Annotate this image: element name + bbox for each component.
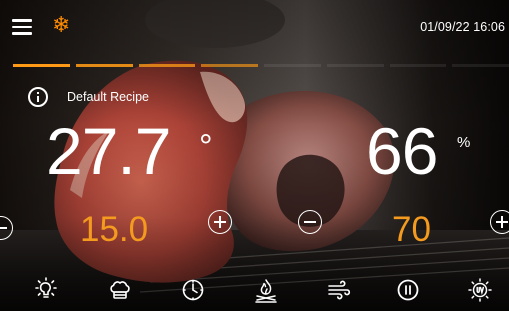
clock-icon[interactable] xyxy=(180,277,206,303)
progress-segment xyxy=(201,64,258,67)
controller-screen: ❄ 01/09/22 16:06 Default Recipe 27.7 ° 6… xyxy=(0,0,509,311)
progress-segment xyxy=(452,64,509,67)
recipe-name: Default Recipe xyxy=(67,90,149,104)
temperature-unit: ° xyxy=(199,128,213,166)
humidity-increase-button[interactable] xyxy=(490,210,509,234)
progress-segment xyxy=(389,64,447,67)
date-time-display: 01/09/22 16:06 xyxy=(420,20,505,34)
chef-hat-icon[interactable] xyxy=(107,277,133,303)
progress-segment xyxy=(13,64,70,67)
hamburger-menu-icon[interactable] xyxy=(12,19,32,35)
pause-icon[interactable] xyxy=(395,277,421,303)
current-temperature: 27.7 xyxy=(46,114,171,188)
humidity-unit: % xyxy=(457,134,471,151)
progress-segment xyxy=(75,64,133,67)
progress-segment xyxy=(326,64,384,67)
snowflake-icon[interactable]: ❄ xyxy=(52,14,70,38)
light-bulb-icon[interactable] xyxy=(33,277,59,303)
temperature-increase-button[interactable] xyxy=(208,210,232,234)
recipe-progress-bar xyxy=(13,64,509,67)
uv-lamp-icon[interactable] xyxy=(467,277,493,303)
info-icon[interactable] xyxy=(28,87,48,107)
current-humidity: 66 xyxy=(366,114,438,188)
humidity-setpoint[interactable]: 70 xyxy=(392,212,431,248)
humidity-decrease-button[interactable] xyxy=(298,210,322,234)
smoke-fire-icon[interactable] xyxy=(253,277,279,303)
progress-segment xyxy=(138,64,196,67)
temperature-setpoint[interactable]: 15.0 xyxy=(80,212,148,248)
wind-fan-icon[interactable] xyxy=(326,277,352,303)
progress-segment xyxy=(264,64,321,67)
